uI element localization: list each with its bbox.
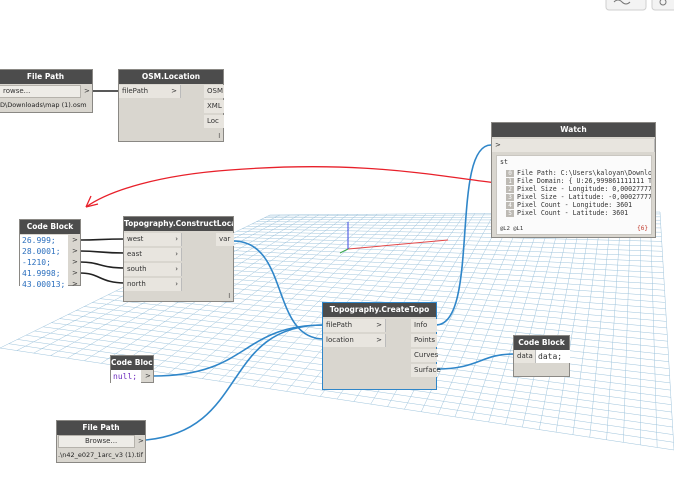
output-port-xml[interactable]: XML	[204, 100, 224, 113]
output-port-var[interactable]: var	[216, 233, 234, 246]
wire-north	[79, 272, 126, 284]
node-title: Topography.CreateTopo	[323, 303, 436, 317]
port-label: filePath	[122, 87, 149, 95]
output-arrow[interactable]: >	[138, 437, 144, 445]
osm-location-node[interactable]: OSM.Location filePath > OSM XML Loc l	[118, 69, 224, 142]
watch-row: 4 Pixel Count - Longitude: 3601	[506, 201, 648, 209]
input-port-north[interactable]: north ›	[124, 278, 182, 291]
grid-line	[606, 212, 622, 440]
watch-row: 3 Pixel Size - Latitude: -0,0002777777	[506, 193, 651, 201]
node-title: Code Block	[20, 220, 80, 234]
code-block-node-null[interactable]: Code Block null; >	[110, 355, 154, 383]
output-port-osm[interactable]: OSM	[204, 85, 224, 98]
code-line: 41.9998;	[22, 269, 61, 278]
grid-line	[650, 212, 658, 448]
output-port-loc[interactable]: Loc	[204, 115, 224, 128]
watch-row: 2 Pixel Size - Longitude: 0,0002777777	[506, 185, 651, 193]
wire-east	[79, 250, 126, 254]
code-line: 26.999;	[22, 236, 56, 245]
grid-line	[505, 212, 563, 425]
output-port-surface[interactable]: Surface	[411, 364, 441, 377]
watch-row: 0 File Path: C:\Users\kaloyan\Download	[506, 169, 651, 177]
file-path-value: D\Downloads\map (1).osm	[0, 101, 87, 109]
construct-location-node[interactable]: Topography.ConstructLocation west› east›…	[123, 216, 234, 302]
watch-node[interactable]: Watch > st 0 File Path: C:\Users\kaloyan\…	[491, 122, 656, 238]
input-port-filepath[interactable]: filePath >	[119, 85, 181, 98]
create-topo-node[interactable]: Topography.CreateTopo filePath > location…	[322, 302, 441, 390]
node-title: Topography.ConstructLocation	[124, 217, 233, 231]
grid-line	[555, 212, 592, 433]
output-arrow[interactable]: >	[84, 87, 90, 95]
input-port-data[interactable]: data	[514, 350, 536, 363]
output-arrow[interactable]: >	[145, 372, 151, 380]
grid-line	[623, 212, 631, 443]
code-line: data;	[538, 352, 563, 361]
wire-south	[79, 261, 126, 269]
watch-output[interactable]: st 0 File Path: C:\Users\kaloyan\Download…	[496, 155, 652, 235]
input-port-filepath[interactable]: filePath >	[323, 319, 386, 332]
browse-button[interactable]: rowse...	[0, 85, 81, 98]
output-port-points[interactable]: Points	[411, 334, 437, 347]
port-arrow: >	[171, 87, 177, 95]
wire-surface-data	[435, 353, 515, 370]
annotation-arrow	[85, 166, 507, 208]
file-path-node-bottom[interactable]: File Path Browse... > .\n42_e027_1arc_v3…	[56, 420, 146, 463]
output-port-info[interactable]: Info	[411, 319, 437, 332]
node-title: File Path	[57, 421, 145, 435]
wire-browse-filepath	[145, 324, 325, 441]
wire-west	[79, 238, 126, 241]
watch-footer-levels: @L2 @L1	[500, 226, 524, 232]
browse-button[interactable]: Browse...	[58, 435, 135, 448]
node-title: Code Block	[514, 336, 569, 350]
file-path-node-top[interactable]: File Path rowse... > D\Downloads\map (1)…	[0, 69, 93, 113]
input-port-south[interactable]: south ›	[124, 263, 182, 276]
node-title: Code Block	[111, 356, 153, 370]
lacing-indicator: l	[228, 293, 230, 300]
watch-footer-count: {6}	[637, 225, 648, 232]
node-title: Watch	[492, 123, 655, 137]
watch-row: 1 File Domain: { U:26,999861111111 To	[506, 177, 651, 185]
input-port-west[interactable]: west ›	[124, 233, 182, 246]
grid-line	[522, 212, 573, 428]
code-line: 43.00013;	[22, 280, 66, 289]
code-line: null;	[113, 372, 138, 381]
input-port-location[interactable]: location >	[323, 334, 386, 347]
code-line: 28.0001;	[22, 247, 61, 256]
output-arrows[interactable]: > > > > >	[72, 235, 78, 290]
code-block-node-left[interactable]: Code Block 26.999; 28.0001; -1210; 41.99…	[19, 219, 81, 289]
node-title: OSM.Location	[119, 70, 223, 84]
grid-line	[471, 212, 544, 420]
grid-line	[572, 212, 602, 435]
code-block-node-right[interactable]: Code Block data data;	[513, 335, 570, 377]
grid-line	[488, 212, 553, 423]
input-port[interactable]: >	[492, 139, 655, 152]
node-title: File Path	[0, 70, 92, 84]
watch-root: st	[500, 158, 508, 166]
lacing-indicator: l	[218, 133, 220, 140]
code-lines: 26.999; 28.0001; -1210; 41.9998; 43.0001…	[22, 235, 65, 290]
output-port-curves[interactable]: Curves	[411, 349, 438, 362]
file-path-value: .\n42_e027_1arc_v3 (1).tif	[58, 451, 143, 459]
grid-line	[659, 211, 674, 451]
input-port-east[interactable]: east ›	[124, 248, 182, 261]
view-toolbar[interactable]	[605, 0, 674, 11]
code-line: -1210;	[22, 258, 51, 267]
watch-row: 5 Pixel Count - Latitude: 3601	[506, 209, 648, 217]
